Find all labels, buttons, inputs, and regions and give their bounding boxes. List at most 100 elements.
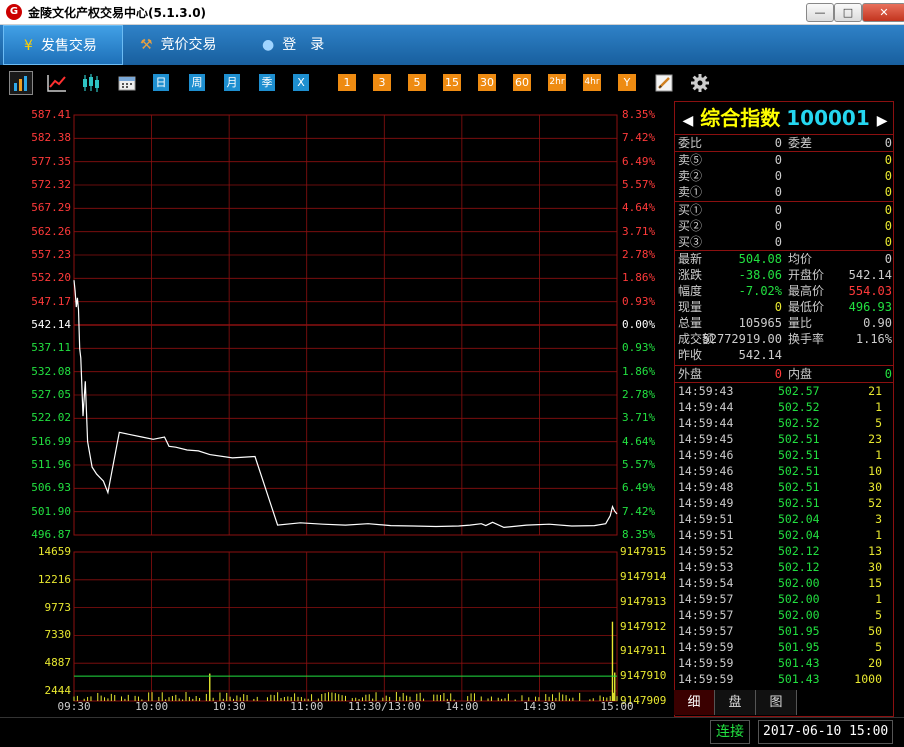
minute-3-button[interactable]: 3 xyxy=(373,74,391,91)
calendar-icon[interactable] xyxy=(115,71,139,95)
candlestick-icon[interactable] xyxy=(80,71,104,95)
tick-price: 502.51 xyxy=(778,480,820,494)
price-tick-label: 587.41 xyxy=(31,108,71,121)
minute-5-button[interactable]: 5 xyxy=(408,74,426,91)
volume-tick-label: 7330 xyxy=(44,628,72,642)
volume-tick-label: 14659 xyxy=(37,545,71,558)
minimize-button[interactable]: — xyxy=(806,3,834,22)
price-tick-label: 572.32 xyxy=(31,178,71,191)
tab-book[interactable]: 盘 xyxy=(715,690,756,715)
title-bar: G 金陵文化产权交易中心(5.1.3.0) — □ ✕ xyxy=(0,0,904,25)
diff-value: 0 xyxy=(884,136,892,150)
stat-row: 总量 105965 量比 0.90 xyxy=(678,315,892,331)
bid-row-value: 0 xyxy=(884,235,892,249)
tab-chart[interactable]: 图 xyxy=(756,690,797,715)
period-week-button[interactable]: 周 xyxy=(189,74,205,91)
bid-row-value: 0 xyxy=(884,219,892,233)
stat-row: 涨跌 -38.06 开盘价 542.14 xyxy=(678,267,892,283)
stat-row-value: 0 xyxy=(884,252,892,266)
quote-title: ◀ 综合指数 100001 ▶ xyxy=(675,102,895,134)
tick-price: 502.04 xyxy=(778,512,820,526)
tab-detail[interactable]: 细 xyxy=(674,690,715,715)
tab-primary-sale[interactable]: ¥ 发售交易 xyxy=(3,25,123,65)
stat-row-label: 开盘价 xyxy=(788,268,825,282)
tick-price: 502.12 xyxy=(778,560,820,574)
pct-tick-label: 2.78% xyxy=(622,248,656,261)
instrument-code: 100001 xyxy=(786,106,870,130)
time-tick-label: 11:30/13:00 xyxy=(347,700,421,713)
tab-login[interactable]: ● 登 录 xyxy=(262,25,352,65)
inner-label: 内盘 xyxy=(788,367,813,381)
tick-row: 14:59:46 502.51 1 xyxy=(678,447,892,463)
maximize-button[interactable]: □ xyxy=(834,3,862,22)
tick-time: 14:59:59 xyxy=(678,656,734,670)
minute-30-button[interactable]: 30 xyxy=(478,74,496,91)
period-month-button[interactable]: 月 xyxy=(224,74,240,91)
tick-volume: 1 xyxy=(875,592,882,606)
hour-4-button[interactable]: 4hr xyxy=(583,74,601,91)
pct-tick-label: 3.71% xyxy=(622,411,656,425)
price-tick-label: 552.20 xyxy=(31,271,71,285)
price-line xyxy=(73,280,618,529)
ask-row-label: 卖⑤ xyxy=(678,153,703,167)
intraday-chart[interactable]: 587.41 582.38 577.35 572.32 567.29 562.26 557.… xyxy=(0,101,672,717)
draw-icon[interactable] xyxy=(652,71,676,95)
hour-2-button[interactable]: 2hr xyxy=(548,74,566,91)
pct-tick-label: 6.49% xyxy=(622,481,656,495)
pct-tick-label: 0.00% xyxy=(622,318,656,331)
tick-time: 14:59:51 xyxy=(678,528,734,542)
minute-15-button[interactable]: 15 xyxy=(443,74,461,91)
tick-volume: 30 xyxy=(868,480,882,494)
bid-row-label: 买② xyxy=(678,219,703,233)
minute-1-button[interactable]: 1 xyxy=(338,74,356,91)
tick-volume: 13 xyxy=(868,544,882,558)
volume-tick-label: 9773 xyxy=(44,600,72,614)
volume-pane-border xyxy=(73,551,618,702)
tick-row: 14:59:44 502.52 1 xyxy=(678,399,892,415)
tick-price: 501.43 xyxy=(778,656,820,670)
tab-auction[interactable]: ⚒ 竞价交易 xyxy=(140,25,250,65)
period-x-button[interactable]: X xyxy=(293,74,309,91)
chart-toolbar: 日 周 月 季 X 1 3 5 15 30 60 2hr 4hr Y xyxy=(0,65,904,101)
trade-tick-list[interactable]: 14:59:43 502.57 21 14:59:44 502.52 1 14:59:44 5… xyxy=(678,383,892,687)
tick-volume: 3 xyxy=(875,512,882,526)
instrument-name: 综合指数 xyxy=(700,106,781,130)
year-button[interactable]: Y xyxy=(618,74,636,91)
bid-row-value: 0 xyxy=(774,235,782,249)
pct-tick-label: 8.35% xyxy=(622,108,656,121)
prev-arrow-icon[interactable]: ◀ xyxy=(683,113,694,129)
tick-time: 14:59:44 xyxy=(678,416,734,430)
pct-tick-label: 4.64% xyxy=(622,201,656,215)
pct-tick-label: 0.93% xyxy=(622,294,656,308)
user-icon: ● xyxy=(262,37,275,53)
period-quarter-button[interactable]: 季 xyxy=(259,74,275,91)
stat-row-label: 幅度 xyxy=(678,284,703,298)
tick-price: 501.95 xyxy=(778,640,820,654)
minute-60-button[interactable]: 60 xyxy=(513,74,531,91)
pct-tick-label: 2.78% xyxy=(622,388,656,401)
tick-price: 502.51 xyxy=(778,464,820,478)
tick-time: 14:59:48 xyxy=(678,480,734,494)
time-tick-label: 14:00 xyxy=(445,700,479,713)
oi-tick-label: 9147913 xyxy=(620,594,667,608)
tick-time: 14:59:57 xyxy=(678,592,734,606)
price-tick-label: 567.29 xyxy=(31,201,71,215)
next-arrow-icon[interactable]: ▶ xyxy=(877,113,888,129)
pct-tick-label: 1.86% xyxy=(622,271,656,285)
period-day-button[interactable]: 日 xyxy=(153,74,169,91)
gear-icon[interactable] xyxy=(688,71,712,95)
close-button[interactable]: ✕ xyxy=(862,3,904,22)
bid-row-label: 买① xyxy=(678,203,703,217)
stat-row: 昨收 542.14 xyxy=(678,347,892,363)
tick-price: 501.43 xyxy=(778,672,820,686)
stat-row-value: 105965 xyxy=(738,316,782,330)
stat-row-value: 52772919.00 xyxy=(702,332,782,346)
line-chart-icon[interactable] xyxy=(45,71,69,95)
price-tick-label: 537.11 xyxy=(31,341,71,355)
diff-label: 委差 xyxy=(788,136,813,150)
bar-chart-icon[interactable] xyxy=(9,71,33,95)
price-tick-label: 527.05 xyxy=(31,388,71,401)
stat-row-value: 1.16% xyxy=(855,332,892,346)
tick-time: 14:59:46 xyxy=(678,464,734,478)
outer-value: 0 xyxy=(774,367,782,381)
